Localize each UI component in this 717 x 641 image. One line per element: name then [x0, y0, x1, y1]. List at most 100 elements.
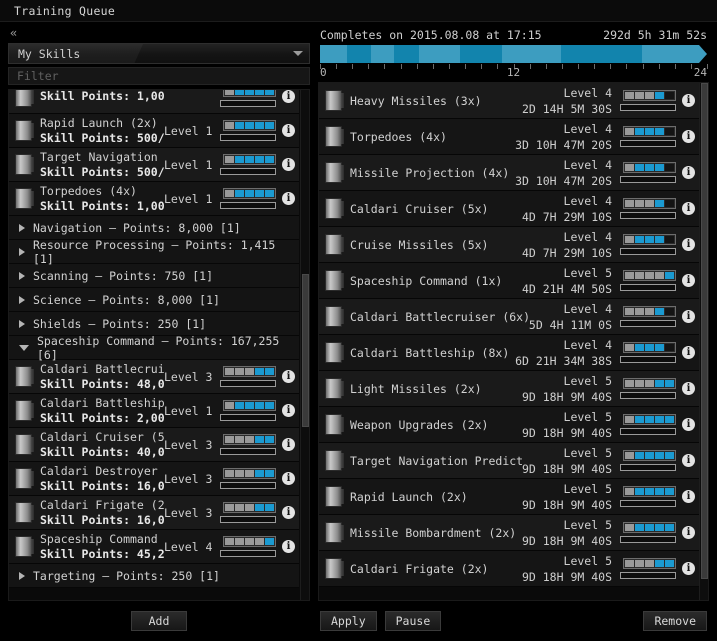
queue-row[interactable]: Spaceship Command (1x) Level 5 4D 21H 4M 5… [319, 263, 699, 299]
info-icon[interactable]: i [682, 526, 695, 539]
queue-row[interactable]: Missile Bombardment (2x) Level 5 9D 18H 9M… [319, 515, 699, 551]
skill-level-label: Level 3 [164, 505, 213, 520]
info-icon[interactable]: i [282, 404, 295, 417]
queue-meters [616, 342, 676, 363]
apply-button[interactable]: Apply [320, 611, 377, 631]
queue-row[interactable]: Light Missiles (2x) Level 5 9D 18H 9M 40S i [319, 371, 699, 407]
info-icon[interactable]: i [682, 346, 695, 359]
queue-meters [616, 450, 676, 471]
info-icon[interactable]: i [282, 192, 295, 205]
queue-row[interactable]: Rapid Launch (2x) Level 5 9D 18H 9M 40S i [319, 479, 699, 515]
info-icon[interactable]: i [282, 370, 295, 383]
skill-group-header[interactable]: Shields – Points: 250 [1] [9, 312, 299, 336]
info-icon[interactable]: i [282, 90, 295, 103]
info-icon[interactable]: i [682, 382, 695, 395]
queue-list-scrollbar[interactable] [699, 83, 708, 600]
queue-row[interactable]: Caldari Battlecruiser (6x) Level 4 5D 4H 1… [319, 299, 699, 335]
skill-row[interactable]: Caldari Destroyer (2x)Skill Points: 16,0… [9, 462, 299, 496]
filter-field[interactable] [8, 67, 310, 85]
skill-set-dropdown[interactable]: My Skills [8, 43, 310, 64]
timeline-segment [418, 45, 461, 63]
skill-group-header[interactable]: Navigation – Points: 8,000 [1] [9, 216, 299, 240]
skill-row[interactable]: Caldari Cruiser (5x)Skill Points: 40,000… [9, 428, 299, 462]
queue-skill-level: Level 4 [563, 157, 612, 172]
skill-row[interactable]: Skill Points: 1,000/5,65 i [9, 90, 299, 114]
skill-row[interactable]: Target Navigation PredictSkill Points: 5… [9, 148, 299, 182]
axis-tick [497, 64, 499, 69]
info-icon[interactable]: i [682, 94, 695, 107]
skill-group-header[interactable]: Scanning – Points: 750 [1] [9, 264, 299, 288]
info-icon[interactable]: i [282, 158, 295, 171]
info-icon[interactable]: i [282, 472, 295, 485]
skill-row[interactable]: Rapid Launch (2x)Skill Points: 500/2,829… [9, 114, 299, 148]
info-icon[interactable]: i [282, 540, 295, 553]
queue-meters [616, 522, 676, 543]
skill-group-header[interactable]: Targeting – Points: 250 [1] [9, 564, 299, 588]
progress-bar [620, 248, 676, 255]
skill-list-scroll-thumb[interactable] [302, 273, 309, 427]
queue-skill-level: Level 5 [563, 553, 612, 568]
skill-meters [216, 434, 276, 455]
skill-level-label: Level 1 [164, 123, 213, 138]
info-icon[interactable]: i [282, 124, 295, 137]
info-icon[interactable]: i [682, 274, 695, 287]
skill-row[interactable]: Torpedoes (4x)Skill Points: 1,000/5,65Le… [9, 182, 299, 216]
skill-group-label: Shields – Points: 250 [1] [33, 316, 207, 331]
queue-row[interactable]: Caldari Battleship (8x) Level 4 6D 21H 34M… [319, 335, 699, 371]
level-indicator [623, 90, 676, 101]
info-icon[interactable]: i [682, 418, 695, 431]
queue-row[interactable]: Caldari Cruiser (5x) Level 4 4D 7H 29M 10S… [319, 191, 699, 227]
skill-meters [216, 502, 276, 523]
info-icon[interactable]: i [682, 454, 695, 467]
queue-skill-level: Level 4 [563, 85, 612, 100]
skill-group-header[interactable]: Science – Points: 8,000 [1] [9, 288, 299, 312]
skill-row[interactable]: Caldari Battleship (8x)Skill Points: 2,0… [9, 394, 299, 428]
info-icon[interactable]: i [682, 562, 695, 575]
skill-list-scrollbar[interactable] [300, 90, 309, 600]
skill-meters [216, 120, 276, 141]
queue-skill-name: Caldari Battlecruiser (6x) [350, 309, 529, 324]
level-indicator [623, 450, 676, 461]
collapse-left-icon[interactable]: « [8, 27, 19, 39]
queue-row[interactable]: Heavy Missiles (3x) Level 4 2D 14H 5M 30S i [319, 83, 699, 119]
pause-button[interactable]: Pause [384, 611, 442, 631]
skill-row[interactable]: Caldari Frigate (2x)Skill Points: 16,000… [9, 496, 299, 530]
queue-row[interactable]: Target Navigation Prediction (2x)Level 5… [319, 443, 699, 479]
queue-row-info: Level 4 4D 7H 29M 10S [522, 194, 612, 224]
skill-group-label: Resource Processing – Points: 1,415 [1] [33, 237, 276, 266]
queue-row[interactable]: Caldari Frigate (2x) Level 5 9D 18H 9M 40S… [319, 551, 699, 587]
add-button[interactable]: Add [131, 611, 187, 631]
info-icon[interactable]: i [282, 506, 295, 519]
queue-row[interactable]: Missile Projection (4x) Level 4 3D 10H 47M… [319, 155, 699, 191]
queue-row[interactable]: Weapon Upgrades (2x) Level 5 9D 18H 9M 40S… [319, 407, 699, 443]
remove-button[interactable]: Remove [643, 611, 707, 631]
axis-tick [416, 64, 418, 69]
info-icon[interactable]: i [682, 166, 695, 179]
skill-row[interactable]: Caldari Battlecruiser (6x)Skill Points: … [9, 360, 299, 394]
queue-meters [616, 90, 676, 111]
skill-level-label: Level 1 [164, 157, 213, 172]
skill-group-header[interactable]: Resource Processing – Points: 1,415 [1] [9, 237, 299, 266]
progress-bar [620, 536, 676, 543]
skill-name: Caldari Cruiser (5x) [40, 429, 164, 444]
queue-skill-level: Level 5 [563, 445, 612, 460]
queue-row[interactable]: Torpedoes (4x) Level 4 3D 10H 47M 20S i [319, 119, 699, 155]
skill-book-icon [325, 126, 344, 147]
skill-group-header[interactable]: Spaceship Command – Points: 167,255 [6] [9, 334, 299, 362]
info-icon[interactable]: i [682, 130, 695, 143]
queue-list-scroll-thumb[interactable] [701, 83, 708, 580]
info-icon[interactable]: i [682, 202, 695, 215]
queue-row[interactable]: Cruise Missiles (5x) Level 4 4D 7H 29M 10S… [319, 227, 699, 263]
skill-row-text: Caldari Frigate (2x)Skill Points: 16,000… [40, 498, 164, 528]
skill-book-icon [15, 468, 34, 489]
level-indicator [223, 434, 276, 445]
info-icon[interactable]: i [682, 238, 695, 251]
skill-book-icon [325, 414, 344, 435]
filter-input[interactable] [17, 69, 309, 83]
info-icon[interactable]: i [682, 490, 695, 503]
info-icon[interactable]: i [682, 310, 695, 323]
skill-book-icon [325, 90, 344, 111]
skill-row[interactable]: Spaceship Command (1x)Skill Points: 45,2… [9, 530, 299, 564]
level-indicator [623, 378, 676, 389]
info-icon[interactable]: i [282, 438, 295, 451]
